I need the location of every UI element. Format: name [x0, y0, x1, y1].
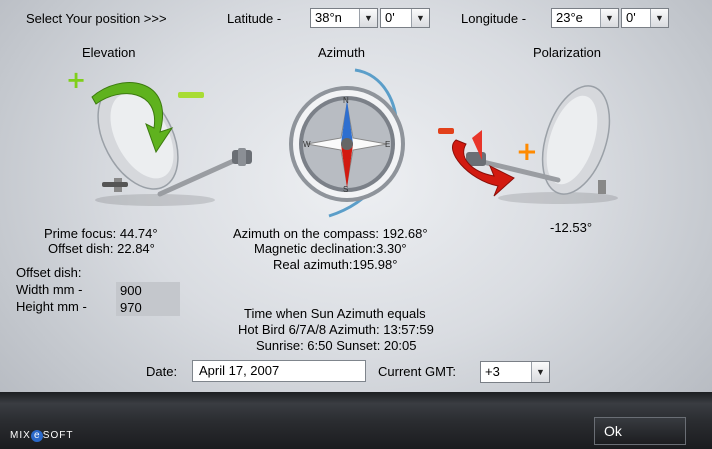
- magnetic-declination-text: Magnetic declination:3.30°: [254, 241, 407, 256]
- elevation-minus-icon[interactable]: [178, 92, 204, 98]
- sunrise-sunset-text: Sunrise: 6:50 Sunset: 20:05: [256, 338, 417, 353]
- elevation-plus-icon[interactable]: +: [66, 66, 86, 94]
- chevron-down-icon[interactable]: ▼: [650, 9, 668, 27]
- height-field[interactable]: 970: [116, 299, 180, 316]
- prime-focus-text: Prime focus: 44.74°: [44, 226, 158, 241]
- polarization-minus-icon[interactable]: [438, 128, 454, 134]
- brand-e: e: [30, 430, 43, 442]
- longitude-degrees-select[interactable]: 23°e ▼: [551, 8, 619, 28]
- gmt-label: Current GMT:: [378, 364, 457, 379]
- azimuth-title: Azimuth: [318, 45, 365, 60]
- chevron-down-icon[interactable]: ▼: [359, 9, 377, 27]
- height-label: Height mm -: [16, 299, 87, 314]
- date-field[interactable]: April 17, 2007: [192, 360, 366, 382]
- polarization-plus-icon[interactable]: +: [516, 137, 538, 167]
- brand-pre: MIX: [10, 430, 31, 441]
- compass-w: W: [303, 140, 311, 149]
- gmt-select[interactable]: +3 ▼: [480, 361, 550, 383]
- gmt-value: +3: [485, 364, 500, 379]
- latitude-label: Latitude -: [227, 11, 282, 26]
- compass-e: E: [385, 140, 390, 149]
- longitude-degrees-value: 23°e: [556, 10, 583, 25]
- select-position-label: Select Your position >>>: [26, 11, 167, 26]
- date-label: Date:: [146, 364, 178, 379]
- polarization-value-text: -12.53°: [550, 220, 593, 235]
- compass-s: S: [343, 185, 348, 194]
- offset-dish-angle-text: Offset dish: 22.84°: [48, 241, 155, 256]
- azimuth-compass-text: Azimuth on the compass: 192.68°: [233, 226, 428, 241]
- app-window: Select Your position >>> Latitude - 38°n…: [0, 0, 712, 449]
- brand-post: SOFT: [42, 430, 74, 441]
- width-field[interactable]: 900: [116, 282, 180, 299]
- elevation-title: Elevation: [82, 45, 136, 60]
- ok-button[interactable]: Ok: [594, 417, 686, 445]
- offset-dish-title: Offset dish:: [16, 265, 82, 280]
- compass-n: N: [343, 96, 349, 105]
- longitude-label: Longitude -: [461, 11, 527, 26]
- chevron-down-icon[interactable]: ▼: [600, 9, 618, 27]
- sun-time-title: Time when Sun Azimuth equals: [244, 306, 426, 321]
- polarization-dish-icon: +: [438, 85, 618, 204]
- longitude-minutes-select[interactable]: 0' ▼: [621, 8, 669, 28]
- latitude-minutes-value: 0': [385, 10, 395, 25]
- chevron-down-icon[interactable]: ▼: [411, 9, 429, 27]
- brand-logo: MIX e SOFT: [10, 430, 73, 442]
- latitude-degrees-select[interactable]: 38°n ▼: [310, 8, 378, 28]
- satellite-azimuth-text: Hot Bird 6/7A/8 Azimuth: 13:57:59: [238, 322, 434, 337]
- width-label: Width mm -: [16, 282, 83, 297]
- polarization-title: Polarization: [533, 45, 601, 60]
- latitude-degrees-value: 38°n: [315, 10, 342, 25]
- compass-icon: N S E W: [289, 68, 405, 218]
- elevation-dish-icon: +: [66, 66, 252, 206]
- real-azimuth-text: Real azimuth:195.98°: [273, 257, 398, 272]
- latitude-minutes-select[interactable]: 0' ▼: [380, 8, 430, 28]
- longitude-minutes-value: 0': [626, 10, 636, 25]
- chevron-down-icon[interactable]: ▼: [531, 362, 549, 382]
